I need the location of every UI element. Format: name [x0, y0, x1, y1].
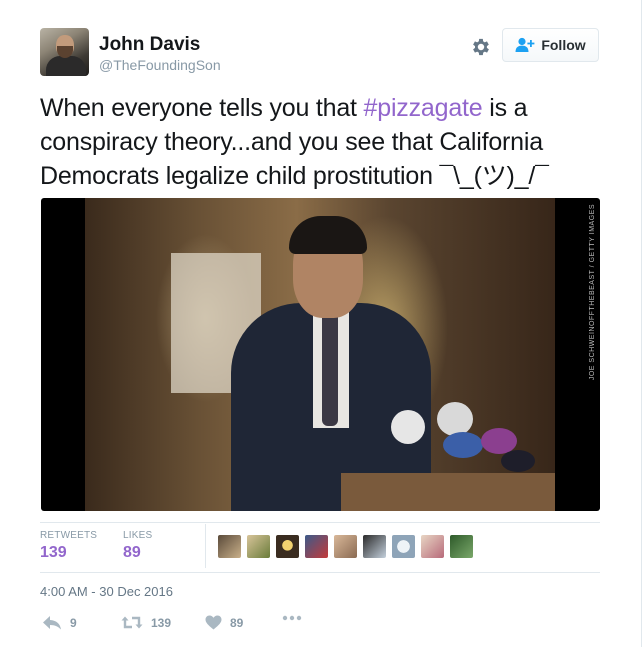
- more-icon: [282, 615, 302, 621]
- photo-tie: [322, 316, 338, 426]
- add-user-icon: [515, 37, 535, 52]
- like-count: 89: [230, 615, 244, 630]
- more-action[interactable]: [282, 615, 302, 621]
- liker-avatar[interactable]: [276, 535, 299, 558]
- stats-top-divider: [40, 522, 600, 523]
- liker-avatar[interactable]: [392, 535, 415, 558]
- mic-ap: [391, 410, 425, 444]
- liker-avatar[interactable]: [334, 535, 357, 558]
- reply-action[interactable]: 9: [42, 615, 77, 630]
- retweets-value: 139: [40, 544, 67, 561]
- microphones: [381, 398, 541, 478]
- likes-value: 89: [123, 544, 141, 561]
- retweet-action[interactable]: 139: [121, 615, 171, 630]
- avatar[interactable]: [40, 28, 89, 76]
- liker-avatar[interactable]: [363, 535, 386, 558]
- like-action[interactable]: 89: [205, 615, 243, 630]
- mic-dark: [501, 450, 535, 472]
- hashtag-link[interactable]: #pizzagate: [364, 94, 483, 122]
- liker-avatar[interactable]: [247, 535, 270, 558]
- liker-avatar[interactable]: [218, 535, 241, 558]
- screen-name[interactable]: @TheFoundingSon: [99, 57, 221, 73]
- retweet-icon: [121, 616, 143, 629]
- follow-button[interactable]: Follow: [502, 28, 599, 62]
- follow-label: Follow: [541, 37, 586, 53]
- heart-icon: [205, 615, 222, 630]
- mic-blue: [443, 432, 483, 458]
- liker-avatar[interactable]: [305, 535, 328, 558]
- tweet-text: When everyone tells you that #pizzagate …: [40, 91, 610, 193]
- stats-separator: [205, 524, 206, 568]
- retweets-stat[interactable]: RETWEETS 139: [40, 530, 97, 562]
- likes-stat[interactable]: LIKES 89: [123, 530, 152, 562]
- reply-count: 9: [70, 615, 77, 630]
- tweet-photo[interactable]: JOE SCHWEINOFFTHEBEAST / GETTY IMAGES: [41, 198, 600, 511]
- display-name[interactable]: John Davis: [99, 34, 200, 56]
- mic-cnn: [437, 402, 473, 436]
- stats-bottom-divider: [40, 572, 600, 573]
- photo-watermark: JOE SCHWEINOFFTHEBEAST / GETTY IMAGES: [589, 204, 596, 381]
- liker-avatar[interactable]: [450, 535, 473, 558]
- gear-icon[interactable]: [470, 36, 492, 58]
- retweets-label: RETWEETS: [40, 530, 98, 541]
- likes-label: LIKES: [123, 530, 153, 541]
- avatar-body: [46, 56, 86, 76]
- tweet-text-before: When everyone tells you that: [40, 94, 364, 122]
- liker-avatar[interactable]: [421, 535, 444, 558]
- photo-podium: [341, 473, 555, 511]
- reply-icon: [43, 616, 61, 630]
- timestamp[interactable]: 4:00 AM - 30 Dec 2016: [40, 584, 173, 599]
- retweet-count: 139: [151, 615, 172, 630]
